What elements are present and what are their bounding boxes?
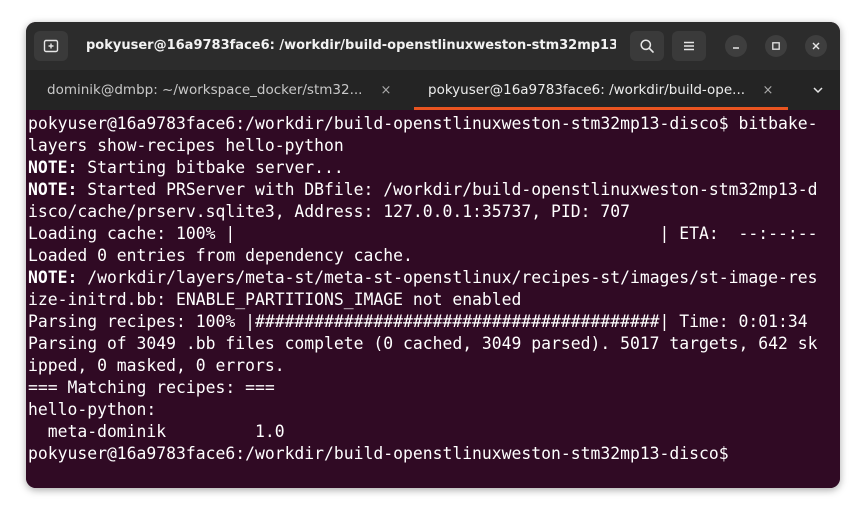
new-tab-icon bbox=[43, 39, 59, 53]
terminal-lines: pokyuser@16a9783face6:/workdir/build-ope… bbox=[28, 113, 838, 465]
title-bar[interactable]: pokyuser@16a9783face6: /workdir/build-op… bbox=[26, 22, 840, 70]
terminal-output[interactable]: pokyuser@16a9783face6:/workdir/build-ope… bbox=[26, 110, 840, 488]
terminal-line: isco/cache/prserv.sqlite3, Address: 127.… bbox=[28, 202, 630, 221]
terminal-line: pokyuser@16a9783face6:/workdir/build-ope… bbox=[28, 114, 818, 133]
close-icon bbox=[812, 42, 820, 50]
tab-close-icon[interactable]: × bbox=[376, 80, 396, 100]
terminal-line: ize-initrd.bb: ENABLE_PARTITIONS_IMAGE n… bbox=[28, 290, 522, 309]
terminal-line: ipped, 0 masked, 0 errors. bbox=[28, 356, 285, 375]
maximize-icon bbox=[772, 42, 780, 50]
tab-label: dominik@dmbp: ~/workspace_docker/stm32..… bbox=[47, 82, 363, 98]
tabs-dropdown-button[interactable] bbox=[808, 80, 828, 100]
terminal-prompt-line[interactable]: pokyuser@16a9783face6:/workdir/build-ope… bbox=[28, 443, 838, 465]
terminal-line: meta-dominik 1.0 bbox=[28, 422, 285, 441]
tab-close-icon[interactable]: × bbox=[758, 80, 778, 100]
minimize-button[interactable] bbox=[725, 35, 747, 57]
tab-pokyuser-active[interactable]: pokyuser@16a9783face6: /workdir/build-op… bbox=[414, 70, 788, 110]
maximize-button[interactable] bbox=[765, 35, 787, 57]
terminal-line: hello-python: bbox=[28, 400, 157, 419]
window-title: pokyuser@16a9783face6: /workdir/build-op… bbox=[86, 38, 616, 53]
terminal-line: layers show-recipes hello-python bbox=[28, 136, 344, 155]
hamburger-menu-icon bbox=[684, 41, 694, 51]
terminal-line: === Matching recipes: === bbox=[28, 378, 275, 397]
terminal-line: Loading cache: 100% | | ETA: --:--:-- bbox=[28, 224, 818, 243]
terminal-line: Loaded 0 entries from dependency cache. bbox=[28, 246, 413, 265]
terminal-line: NOTE: /workdir/layers/meta-st/meta-st-op… bbox=[28, 268, 818, 287]
menu-button[interactable] bbox=[672, 31, 706, 61]
search-icon bbox=[640, 39, 654, 53]
close-window-button[interactable] bbox=[805, 35, 827, 57]
chevron-down-icon bbox=[813, 87, 823, 94]
new-tab-button[interactable] bbox=[34, 31, 68, 61]
search-button[interactable] bbox=[630, 31, 664, 61]
tab-bar: dominik@dmbp: ~/workspace_docker/stm32..… bbox=[26, 70, 840, 110]
minimize-icon bbox=[733, 47, 739, 49]
terminal-line: NOTE: Started PRServer with DBfile: /wor… bbox=[28, 180, 818, 199]
tab-dominik-dmbp[interactable]: dominik@dmbp: ~/workspace_docker/stm32..… bbox=[26, 70, 406, 110]
terminal-window: pokyuser@16a9783face6: /workdir/build-op… bbox=[26, 22, 840, 488]
terminal-line: Parsing of 3049 .bb files complete (0 ca… bbox=[28, 334, 818, 353]
terminal-line: Parsing recipes: 100% |#################… bbox=[28, 312, 808, 331]
tab-label: pokyuser@16a9783face6: /workdir/build-op… bbox=[428, 82, 746, 98]
terminal-line: NOTE: Starting bitbake server... bbox=[28, 158, 344, 177]
